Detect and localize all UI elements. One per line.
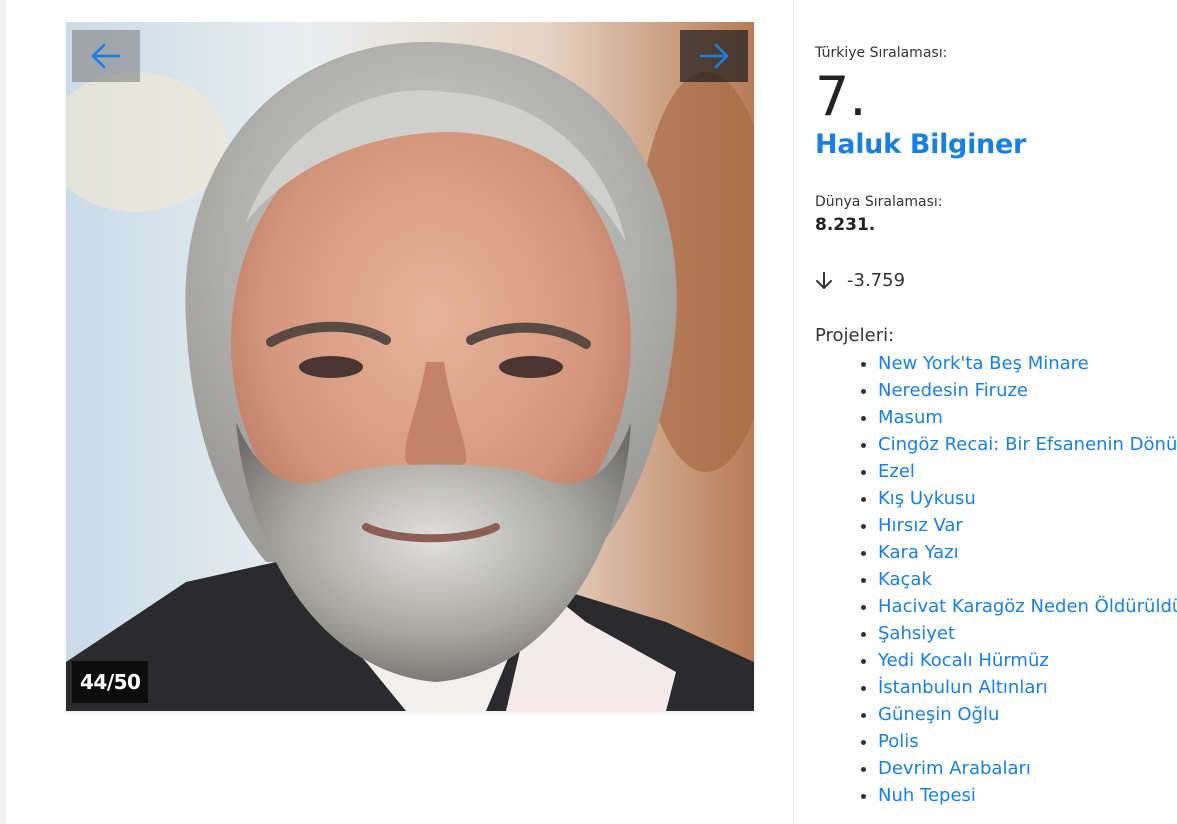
page: 44/50 Türkiye Sıralaması: 7. Haluk Bilgi… xyxy=(0,0,1177,824)
arrow-left-icon xyxy=(91,43,121,69)
list-item: İstanbulun Altınları xyxy=(878,674,1177,701)
projects-label: Projeleri: xyxy=(815,325,895,346)
list-item: Kış Uykusu xyxy=(878,485,1177,512)
project-link[interactable]: New York'ta Beş Minare xyxy=(878,353,1089,374)
list-item: Yedi Kocalı Hürmüz xyxy=(878,647,1177,674)
list-item: Cingöz Recai: Bir Efsanenin Dönüş xyxy=(878,431,1177,458)
list-item: Kaçak xyxy=(878,566,1177,593)
gallery-counter: 44/50 xyxy=(72,661,149,703)
project-link[interactable]: Devrim Arabaları xyxy=(878,758,1031,779)
project-link[interactable]: Neredesin Firuze xyxy=(878,380,1028,401)
project-link[interactable]: Şahsiyet xyxy=(878,623,955,644)
gallery-next-button[interactable] xyxy=(680,30,748,82)
project-link[interactable]: Hırsız Var xyxy=(878,515,963,536)
project-link[interactable]: Cingöz Recai: Bir Efsanenin Dönüş xyxy=(878,434,1177,455)
list-item: New York'ta Beş Minare xyxy=(878,350,1177,377)
project-link[interactable]: Kaçak xyxy=(878,569,932,590)
project-link[interactable]: Güneşin Oğlu xyxy=(878,704,999,725)
gallery-prev-button[interactable] xyxy=(72,30,140,82)
arrow-down-icon xyxy=(815,271,833,291)
list-item: Ezel xyxy=(878,458,1177,485)
column-divider xyxy=(793,0,794,824)
list-item: Hırsız Var xyxy=(878,512,1177,539)
list-item: Kara Yazı xyxy=(878,539,1177,566)
rank-change: -3.759 xyxy=(815,270,905,291)
list-item: Masum xyxy=(878,404,1177,431)
project-link[interactable]: Ezel xyxy=(878,461,915,482)
world-rank-value: 8.231. xyxy=(815,215,876,235)
world-rank-label: Dünya Sıralaması: xyxy=(815,194,943,210)
project-link[interactable]: Kara Yazı xyxy=(878,542,959,563)
arrow-right-icon xyxy=(699,43,729,69)
project-link[interactable]: Masum xyxy=(878,407,943,428)
project-link[interactable]: Polis xyxy=(878,731,919,752)
turkey-rank-value: 7. xyxy=(815,65,867,128)
photo-gallery: 44/50 xyxy=(66,22,754,711)
portrait-image xyxy=(66,22,754,711)
left-edge-rule xyxy=(0,0,6,824)
list-item: Polis xyxy=(878,728,1177,755)
project-link[interactable]: Kış Uykusu xyxy=(878,488,976,509)
project-link[interactable]: İstanbulun Altınları xyxy=(878,677,1048,698)
rank-change-value: -3.759 xyxy=(847,270,906,291)
list-item: Devrim Arabaları xyxy=(878,755,1177,782)
project-link[interactable]: Nuh Tepesi xyxy=(878,785,976,806)
list-item: Güneşin Oğlu xyxy=(878,701,1177,728)
projects-list: New York'ta Beş Minare Neredesin Firuze … xyxy=(862,350,1177,809)
list-item: Nuh Tepesi xyxy=(878,782,1177,809)
person-name-link[interactable]: Haluk Bilginer xyxy=(815,129,1026,160)
project-link[interactable]: Yedi Kocalı Hürmüz xyxy=(878,650,1049,671)
list-item: Neredesin Firuze xyxy=(878,377,1177,404)
list-item: Şahsiyet xyxy=(878,620,1177,647)
project-link[interactable]: Hacivat Karagöz Neden Öldürüldü xyxy=(878,596,1177,617)
list-item: Hacivat Karagöz Neden Öldürüldü xyxy=(878,593,1177,620)
turkey-rank-label: Türkiye Sıralaması: xyxy=(815,45,948,61)
